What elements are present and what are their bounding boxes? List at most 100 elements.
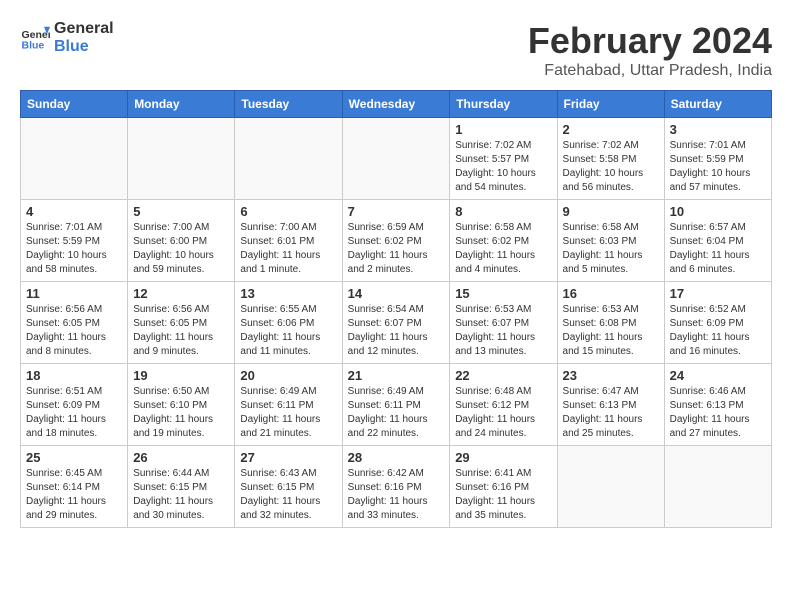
day-info: Sunrise: 6:44 AMSunset: 6:15 PMDaylight:… [133,467,229,523]
day-info: Sunrise: 6:45 AMSunset: 6:14 PMDaylight:… [26,467,122,523]
day-info: Sunrise: 6:56 AMSunset: 6:05 PMDaylight:… [133,303,229,359]
calendar-week-row: 25 Sunrise: 6:45 AMSunset: 6:14 PMDayligh… [21,446,772,528]
calendar-cell: 13 Sunrise: 6:55 AMSunset: 6:06 PMDayligh… [235,282,342,364]
day-info: Sunrise: 6:58 AMSunset: 6:03 PMDaylight:… [563,221,659,277]
day-number: 12 [133,286,229,301]
day-info: Sunrise: 7:02 AMSunset: 5:57 PMDaylight:… [455,139,551,195]
calendar-cell: 28Sunrise: 6:42 AMSunset: 6:16 PMDayligh… [342,446,450,528]
day-number: 7 [348,204,445,219]
day-info: Sunrise: 6:49 AMSunset: 6:11 PMDaylight:… [348,385,445,441]
calendar-cell: 12 Sunrise: 6:56 AMSunset: 6:05 PMDayligh… [128,282,235,364]
calendar-cell: 18 Sunrise: 6:51 AMSunset: 6:09 PMDayligh… [21,364,128,446]
calendar-cell: 24 Sunrise: 6:46 AMSunset: 6:13 PMDayligh… [664,364,771,446]
day-info: Sunrise: 6:53 AMSunset: 6:07 PMDaylight:… [455,303,551,359]
weekday-header: Sunday [21,91,128,118]
day-info: Sunrise: 6:46 AMSunset: 6:13 PMDaylight:… [670,385,766,441]
day-number: 5 [133,204,229,219]
day-info: Sunrise: 6:54 AMSunset: 6:07 PMDaylight:… [348,303,445,359]
calendar-cell: 23Sunrise: 6:47 AMSunset: 6:13 PMDayligh… [557,364,664,446]
calendar-week-row: 4 Sunrise: 7:01 AMSunset: 5:59 PMDaylight… [21,200,772,282]
day-number: 29 [455,450,551,465]
day-number: 23 [563,368,659,383]
calendar-cell [557,446,664,528]
day-info: Sunrise: 6:58 AMSunset: 6:02 PMDaylight:… [455,221,551,277]
day-number: 15 [455,286,551,301]
calendar-cell: 11 Sunrise: 6:56 AMSunset: 6:05 PMDayligh… [21,282,128,364]
day-info: Sunrise: 6:48 AMSunset: 6:12 PMDaylight:… [455,385,551,441]
day-info: Sunrise: 7:00 AMSunset: 6:00 PMDaylight:… [133,221,229,277]
day-info: Sunrise: 6:57 AMSunset: 6:04 PMDaylight:… [670,221,766,277]
day-number: 3 [670,122,766,137]
calendar-cell: 26Sunrise: 6:44 AMSunset: 6:15 PMDayligh… [128,446,235,528]
svg-text:Blue: Blue [22,40,45,52]
day-number: 14 [348,286,445,301]
day-info: Sunrise: 6:43 AMSunset: 6:15 PMDaylight:… [240,467,336,523]
calendar-cell [235,118,342,200]
calendar-cell: 10Sunrise: 6:57 AMSunset: 6:04 PMDayligh… [664,200,771,282]
day-info: Sunrise: 7:01 AMSunset: 5:59 PMDaylight:… [26,221,122,277]
calendar-cell: 14 Sunrise: 6:54 AMSunset: 6:07 PMDayligh… [342,282,450,364]
weekday-header: Saturday [664,91,771,118]
weekday-header: Monday [128,91,235,118]
weekday-header-row: SundayMondayTuesdayWednesdayThursdayFrid… [21,91,772,118]
calendar-cell: 4 Sunrise: 7:01 AMSunset: 5:59 PMDaylight… [21,200,128,282]
day-number: 19 [133,368,229,383]
day-number: 13 [240,286,336,301]
day-number: 20 [240,368,336,383]
day-number: 25 [26,450,122,465]
calendar-week-row: 18 Sunrise: 6:51 AMSunset: 6:09 PMDayligh… [21,364,772,446]
calendar-cell: 25 Sunrise: 6:45 AMSunset: 6:14 PMDayligh… [21,446,128,528]
calendar-cell: 22 Sunrise: 6:48 AMSunset: 6:12 PMDayligh… [450,364,557,446]
logo-icon: General Blue [20,23,50,53]
calendar-cell: 6Sunrise: 7:00 AMSunset: 6:01 PMDaylight… [235,200,342,282]
calendar-cell: 7Sunrise: 6:59 AMSunset: 6:02 PMDaylight… [342,200,450,282]
day-info: Sunrise: 7:02 AMSunset: 5:58 PMDaylight:… [563,139,659,195]
logo-general-text: General [54,20,114,38]
day-number: 11 [26,286,122,301]
day-info: Sunrise: 6:56 AMSunset: 6:05 PMDaylight:… [26,303,122,359]
day-number: 2 [563,122,659,137]
weekday-header: Tuesday [235,91,342,118]
day-number: 28 [348,450,445,465]
day-number: 18 [26,368,122,383]
day-info: Sunrise: 6:51 AMSunset: 6:09 PMDaylight:… [26,385,122,441]
logo: General Blue General Blue [20,20,114,56]
day-number: 4 [26,204,122,219]
day-info: Sunrise: 6:52 AMSunset: 6:09 PMDaylight:… [670,303,766,359]
day-number: 27 [240,450,336,465]
day-number: 24 [670,368,766,383]
calendar-cell: 3 Sunrise: 7:01 AMSunset: 5:59 PMDaylight… [664,118,771,200]
calendar-week-row: 11 Sunrise: 6:56 AMSunset: 6:05 PMDayligh… [21,282,772,364]
calendar-cell: 16 Sunrise: 6:53 AMSunset: 6:08 PMDayligh… [557,282,664,364]
location-title: Fatehabad, Uttar Pradesh, India [528,62,772,80]
calendar-cell [664,446,771,528]
calendar-cell: 1 Sunrise: 7:02 AMSunset: 5:57 PMDaylight… [450,118,557,200]
logo-blue-text: Blue [54,38,114,56]
weekday-header: Thursday [450,91,557,118]
weekday-header: Friday [557,91,664,118]
calendar-cell: 29Sunrise: 6:41 AMSunset: 6:16 PMDayligh… [450,446,557,528]
day-number: 6 [240,204,336,219]
day-number: 9 [563,204,659,219]
day-info: Sunrise: 7:01 AMSunset: 5:59 PMDaylight:… [670,139,766,195]
day-number: 21 [348,368,445,383]
day-number: 16 [563,286,659,301]
day-info: Sunrise: 6:55 AMSunset: 6:06 PMDaylight:… [240,303,336,359]
calendar-cell: 2 Sunrise: 7:02 AMSunset: 5:58 PMDaylight… [557,118,664,200]
calendar-cell: 19 Sunrise: 6:50 AMSunset: 6:10 PMDayligh… [128,364,235,446]
title-area: February 2024 Fatehabad, Uttar Pradesh, … [528,20,772,80]
calendar-cell: 5 Sunrise: 7:00 AMSunset: 6:00 PMDaylight… [128,200,235,282]
day-number: 17 [670,286,766,301]
calendar-cell: 21 Sunrise: 6:49 AMSunset: 6:11 PMDayligh… [342,364,450,446]
calendar-cell: 15 Sunrise: 6:53 AMSunset: 6:07 PMDayligh… [450,282,557,364]
calendar-cell: 27 Sunrise: 6:43 AMSunset: 6:15 PMDayligh… [235,446,342,528]
calendar-cell: 8 Sunrise: 6:58 AMSunset: 6:02 PMDaylight… [450,200,557,282]
month-title: February 2024 [528,20,772,62]
day-number: 8 [455,204,551,219]
day-number: 22 [455,368,551,383]
calendar-cell: 9 Sunrise: 6:58 AMSunset: 6:03 PMDaylight… [557,200,664,282]
calendar-cell [128,118,235,200]
day-info: Sunrise: 6:53 AMSunset: 6:08 PMDaylight:… [563,303,659,359]
day-number: 1 [455,122,551,137]
day-info: Sunrise: 6:50 AMSunset: 6:10 PMDaylight:… [133,385,229,441]
